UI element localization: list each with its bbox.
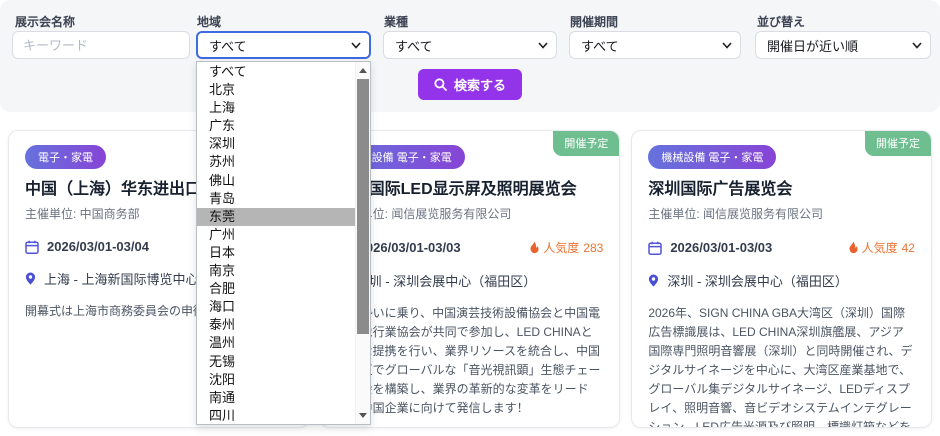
region-option[interactable]: 温州 bbox=[197, 334, 355, 352]
filter-panel: 展示会名称 地域 業種 開催期間 並び替え すべて すべて すべて 開催日が近い… bbox=[0, 0, 940, 112]
industry-select[interactable]: すべて bbox=[383, 31, 557, 59]
flame-icon bbox=[848, 241, 858, 254]
region-option-highlighted[interactable]: 东莞 bbox=[197, 208, 355, 226]
chevron-down-icon bbox=[912, 42, 922, 49]
exhibition-card[interactable]: 開催予定 機械設備 電子・家電 深圳国际广告展览会 主催単位: 闻信展览服务有限… bbox=[631, 130, 932, 428]
period-select[interactable]: すべて bbox=[569, 31, 741, 59]
search-button-label: 検索する bbox=[454, 75, 506, 94]
exhibition-search-page: 展示会名称 地域 業種 開催期間 並び替え すべて すべて すべて 開催日が近い… bbox=[0, 0, 940, 436]
chevron-down-icon bbox=[722, 42, 732, 49]
popularity-value: 283 bbox=[583, 241, 603, 255]
category-badge: 電子・家電 bbox=[25, 145, 106, 169]
search-button[interactable]: 検索する bbox=[418, 69, 522, 100]
calendar-icon bbox=[648, 241, 662, 255]
popularity-label: 人気度 bbox=[862, 239, 898, 256]
sort-select[interactable]: 開催日が近い順 bbox=[755, 31, 931, 59]
region-option[interactable]: 北京 bbox=[197, 81, 355, 99]
region-option[interactable]: 南京 bbox=[197, 262, 355, 280]
calendar-icon bbox=[25, 240, 39, 254]
keyword-input[interactable] bbox=[12, 31, 190, 59]
region-dropdown-list: すべて 北京 上海 广东 深圳 苏州 佛山 青岛 东莞 广州 日本 南京 合肥 … bbox=[196, 61, 371, 425]
keyword-label: 展示会名称 bbox=[15, 13, 75, 30]
region-select-value: すべて bbox=[209, 36, 247, 55]
status-badge: 開催予定 bbox=[553, 131, 619, 156]
popularity-badge: 人気度 283 bbox=[529, 239, 603, 256]
flame-icon bbox=[529, 241, 539, 254]
region-option[interactable]: 佛山 bbox=[197, 172, 355, 190]
result-card-list: 電子・家電 中国（上海）华东进出口商品交易会 主催単位: 中国商务部 2026/… bbox=[8, 130, 932, 428]
exhibition-description: 2026年、SIGN CHINA GBA大湾区（深圳）国際広告標識展は、LED … bbox=[648, 304, 915, 428]
scroll-up-icon[interactable] bbox=[356, 63, 370, 78]
region-option[interactable]: 无锡 bbox=[197, 353, 355, 371]
popularity-badge: 人気度 42 bbox=[848, 239, 915, 256]
region-option[interactable]: 合肥 bbox=[197, 280, 355, 298]
search-icon bbox=[434, 78, 447, 91]
region-option[interactable]: 苏州 bbox=[197, 153, 355, 171]
sort-label: 並び替え bbox=[757, 13, 805, 30]
sort-select-value: 開催日が近い順 bbox=[767, 36, 858, 55]
region-option[interactable]: 海口 bbox=[197, 298, 355, 316]
location-pin-icon bbox=[25, 272, 36, 285]
scroll-down-icon[interactable] bbox=[356, 408, 370, 423]
popularity-value: 42 bbox=[902, 241, 915, 255]
region-option[interactable]: 深圳 bbox=[197, 135, 355, 153]
region-label: 地域 bbox=[197, 13, 221, 30]
region-option[interactable]: すべて bbox=[197, 63, 355, 81]
period-label: 開催期間 bbox=[570, 13, 618, 30]
exhibition-description: この勢いに乗り、中国演芸技術設備協会と中国電子視像行業協会が共同で参加し、LED… bbox=[337, 304, 604, 418]
region-option[interactable]: 泰州 bbox=[197, 316, 355, 334]
event-date: 2026/03/01-03/03 bbox=[670, 240, 772, 255]
region-option[interactable]: 四川 bbox=[197, 407, 355, 425]
industry-label: 業種 bbox=[384, 13, 408, 30]
region-option[interactable]: 日本 bbox=[197, 244, 355, 262]
chevron-down-icon bbox=[351, 42, 361, 49]
industry-select-value: すべて bbox=[395, 36, 433, 55]
region-option[interactable]: 广东 bbox=[197, 117, 355, 135]
region-option[interactable]: 上海 bbox=[197, 99, 355, 117]
category-badge: 機械設備 電子・家電 bbox=[648, 145, 776, 169]
event-date: 2026/03/01-03/04 bbox=[47, 239, 149, 254]
event-date: 2026/03/01-03/03 bbox=[359, 240, 461, 255]
region-option-list: すべて 北京 上海 广东 深圳 苏州 佛山 青岛 东莞 广州 日本 南京 合肥 … bbox=[197, 62, 355, 424]
event-location: 上海 - 上海新国际博览中心 bbox=[44, 269, 199, 288]
status-badge: 開催予定 bbox=[865, 131, 931, 156]
dropdown-scrollbar[interactable] bbox=[355, 62, 370, 424]
period-select-value: すべて bbox=[581, 36, 619, 55]
exhibition-title: 深圳国际广告展览会 bbox=[648, 180, 915, 200]
popularity-label: 人気度 bbox=[543, 239, 579, 256]
organizer-text: 主催単位: 闻信展览服务有限公司 bbox=[337, 205, 604, 222]
region-option[interactable]: 青岛 bbox=[197, 190, 355, 208]
region-option[interactable]: 广州 bbox=[197, 226, 355, 244]
event-location: 深圳 - 深圳会展中心（福田区） bbox=[356, 271, 537, 290]
scrollbar-thumb[interactable] bbox=[357, 79, 369, 334]
event-location: 深圳 - 深圳会展中心（福田区） bbox=[667, 271, 848, 290]
region-option[interactable]: 南通 bbox=[197, 389, 355, 407]
organizer-text: 主催単位: 闻信展览服务有限公司 bbox=[648, 205, 915, 222]
region-option[interactable]: 沈阳 bbox=[197, 371, 355, 389]
region-select[interactable]: すべて bbox=[196, 31, 371, 59]
chevron-down-icon bbox=[538, 42, 548, 49]
exhibition-title: 深圳国际LED显示屏及照明展览会 bbox=[337, 180, 604, 200]
location-pin-icon bbox=[648, 274, 659, 287]
